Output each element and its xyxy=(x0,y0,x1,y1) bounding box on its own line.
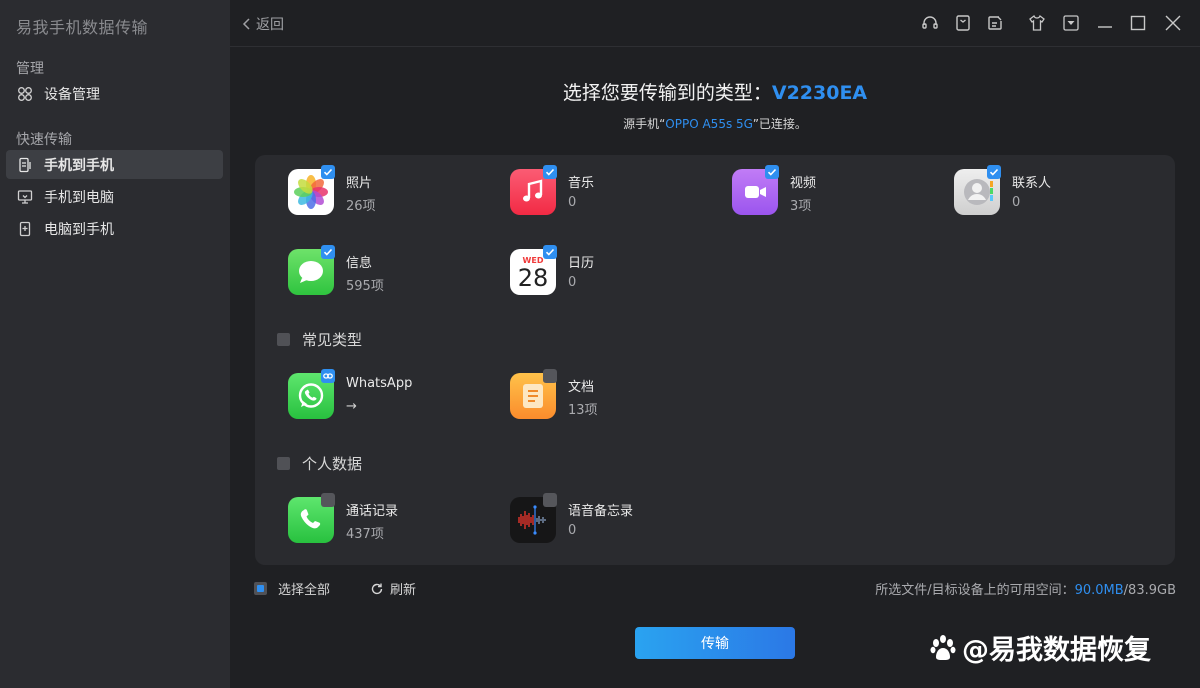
arrow-right-icon[interactable]: → xyxy=(346,399,357,414)
sidebar-item-label: 设备管理 xyxy=(44,86,100,103)
group-common-types[interactable]: 常见类型 xyxy=(277,329,362,350)
item-count: 0 xyxy=(568,275,577,290)
close-icon[interactable] xyxy=(1163,13,1183,33)
item-name: 联系人 xyxy=(1012,176,1052,191)
phone-to-pc-icon xyxy=(16,188,34,206)
headset-icon[interactable] xyxy=(920,13,940,33)
topbar: 返回 xyxy=(230,0,1200,47)
data-type-contacts[interactable]: 联系人 0 xyxy=(954,165,1164,219)
sidebar-item-label: 电脑到手机 xyxy=(44,221,114,238)
data-type-voice-memos[interactable]: 语音备忘录 0 xyxy=(510,493,720,547)
item-count: 3项 xyxy=(790,199,812,214)
link-icon[interactable] xyxy=(321,369,335,383)
item-name: 照片 xyxy=(346,176,373,191)
select-all-label: 选择全部 xyxy=(278,583,331,598)
status-suffix: ”已连接。 xyxy=(752,117,807,131)
checkbox-unchecked-icon[interactable] xyxy=(321,493,335,507)
group-label: 个人数据 xyxy=(302,455,363,473)
bookmark-icon[interactable] xyxy=(953,13,973,33)
section-label-manage: 管理 xyxy=(16,61,44,77)
chevron-left-icon xyxy=(242,18,250,30)
app-title: 易我手机数据传输 xyxy=(16,18,149,37)
total-size: /83.9GB xyxy=(1123,583,1176,598)
select-all-checkbox[interactable]: 选择全部 xyxy=(254,579,330,598)
pc-to-phone-icon xyxy=(16,220,34,238)
sidebar-item-pc-to-phone[interactable]: 电脑到手机 xyxy=(6,214,223,243)
checkbox-checked-icon[interactable] xyxy=(765,165,779,179)
maximize-icon[interactable] xyxy=(1128,13,1148,33)
data-type-music[interactable]: 音乐 0 xyxy=(510,165,720,219)
back-label: 返回 xyxy=(256,17,284,33)
group-label: 常见类型 xyxy=(302,331,363,349)
data-type-photos[interactable]: 照片 26项 xyxy=(288,165,498,219)
checkbox-checked-icon[interactable] xyxy=(543,165,557,179)
page-title: 选择您要传输到的类型：V2230EA xyxy=(230,78,1200,105)
sidebar-item-phone-to-phone[interactable]: 手机到手机 xyxy=(6,150,223,179)
title-prefix: 选择您要传输到的类型： xyxy=(562,82,772,104)
phone-to-phone-icon xyxy=(16,156,34,174)
item-count: 437项 xyxy=(346,527,384,542)
item-count: 13项 xyxy=(568,403,598,418)
sidebar-item-phone-to-pc[interactable]: 手机到电脑 xyxy=(6,182,223,211)
source-device-name: OPPO A55s 5G xyxy=(665,117,753,131)
item-name: 文档 xyxy=(568,380,595,395)
menu-dropdown-icon[interactable] xyxy=(1061,13,1081,33)
watermark-text: @易我数据恢复 xyxy=(962,635,1151,666)
main-area: 返回 选择您要传输到的类型：V2230EA 源手机“OPPO A55s 5G”已… xyxy=(230,0,1200,688)
item-count: 595项 xyxy=(346,279,384,294)
space-label: 所选文件/目标设备上的可用空间： xyxy=(875,583,1075,598)
watermark: @易我数据恢复 xyxy=(928,628,1151,667)
checkbox-checked-icon[interactable] xyxy=(321,245,335,259)
item-count: 26项 xyxy=(346,199,376,214)
checkbox-unchecked-icon[interactable] xyxy=(543,493,557,507)
item-name: 语音备忘录 xyxy=(568,504,634,519)
sidebar-item-device-manage[interactable]: 设备管理 xyxy=(6,79,223,108)
minimize-icon[interactable] xyxy=(1095,13,1115,33)
group-checkbox[interactable] xyxy=(277,333,290,346)
data-type-call-log[interactable]: 通话记录 437项 xyxy=(288,493,498,547)
paw-logo-icon xyxy=(930,634,956,660)
item-count: 0 xyxy=(568,523,577,538)
refresh-label: 刷新 xyxy=(390,583,417,598)
item-count: 0 xyxy=(1012,195,1021,210)
checkbox-checked-icon[interactable] xyxy=(321,165,335,179)
sidebar: 易我手机数据传输 管理 设备管理 快速传输 手机到手机 手机到电脑 电脑到手机 xyxy=(0,0,230,688)
connection-status: 源手机“OPPO A55s 5G”已连接。 xyxy=(230,115,1200,132)
back-button[interactable]: 返回 xyxy=(242,14,284,34)
group-checkbox[interactable] xyxy=(277,457,290,470)
checkbox-checked-icon[interactable] xyxy=(987,165,1001,179)
storage-space-info: 所选文件/目标设备上的可用空间：90.0MB/83.9GB xyxy=(875,579,1176,598)
data-type-calendar[interactable]: WED 28 日历 0 xyxy=(510,245,720,299)
data-type-panel: 照片 26项 音乐 0 视频 3项 联系人 0 信息 595项 WED 28 日… xyxy=(255,155,1175,565)
transfer-button[interactable]: 传输 xyxy=(635,627,795,659)
item-count: 0 xyxy=(568,195,577,210)
status-prefix: 源手机“ xyxy=(623,117,666,131)
item-name: 日历 xyxy=(568,256,595,271)
refresh-icon xyxy=(371,583,383,594)
item-name: 音乐 xyxy=(568,176,595,191)
section-label-quick-transfer: 快速传输 xyxy=(16,132,72,148)
item-name: WhatsApp xyxy=(346,376,413,391)
data-type-whatsapp[interactable]: WhatsApp → xyxy=(288,369,498,423)
group-personal-data[interactable]: 个人数据 xyxy=(277,453,362,474)
tshirt-icon[interactable] xyxy=(1027,13,1047,33)
item-name: 视频 xyxy=(790,176,817,191)
device-manage-icon xyxy=(16,85,34,103)
data-type-documents[interactable]: 文档 13项 xyxy=(510,369,720,423)
edit-icon[interactable] xyxy=(985,13,1005,33)
data-type-video[interactable]: 视频 3项 xyxy=(732,165,942,219)
checkbox-checked-icon[interactable] xyxy=(543,245,557,259)
target-device-name: V2230EA xyxy=(771,82,868,104)
item-name: 信息 xyxy=(346,256,373,271)
data-type-messages[interactable]: 信息 595项 xyxy=(288,245,498,299)
selected-size: 90.0MB xyxy=(1074,583,1124,598)
select-all-box[interactable] xyxy=(254,582,267,595)
refresh-button[interactable]: 刷新 xyxy=(370,579,416,598)
item-name: 通话记录 xyxy=(346,504,399,519)
sidebar-item-label: 手机到电脑 xyxy=(44,189,114,206)
sidebar-item-label: 手机到手机 xyxy=(44,157,114,174)
calendar-day: 28 xyxy=(517,263,549,292)
checkbox-unchecked-icon[interactable] xyxy=(543,369,557,383)
